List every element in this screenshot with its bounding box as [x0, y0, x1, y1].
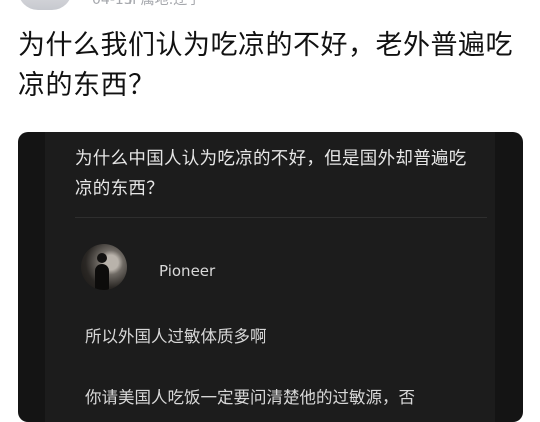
avatar-figure-body	[95, 264, 109, 290]
post-title: 为什么我们认为吃凉的不好，老外普遍吃凉的东西？	[18, 30, 513, 101]
answer-author-avatar	[81, 244, 127, 290]
post-meta-row: 04-13 IP属地:辽宁	[0, 0, 540, 10]
embedded-screenshot[interactable]: 为什么中国人认为吃凉的不好，但是国外却普遍吃凉的东西？ Pioneer 所以外国…	[18, 132, 523, 422]
question-title: 为什么中国人认为吃凉的不好，但是国外却普遍吃凉的东西？	[75, 149, 467, 199]
ip-location: IP属地:辽宁	[128, 0, 202, 8]
avatar-figure-head	[97, 253, 107, 263]
answer-author-name: Pioneer	[159, 262, 216, 280]
embedded-content: 为什么中国人认为吃凉的不好，但是国外却普遍吃凉的东西？ Pioneer 所以外国…	[45, 132, 495, 422]
user-avatar[interactable]	[18, 0, 72, 10]
answer-text-line: 你请美国人吃饭一定要问清楚他的过敏源，否	[85, 388, 415, 407]
divider	[75, 217, 487, 218]
answer-text-line: 所以外国人过敏体质多啊	[85, 327, 267, 346]
post-date: 04-13	[92, 0, 133, 8]
